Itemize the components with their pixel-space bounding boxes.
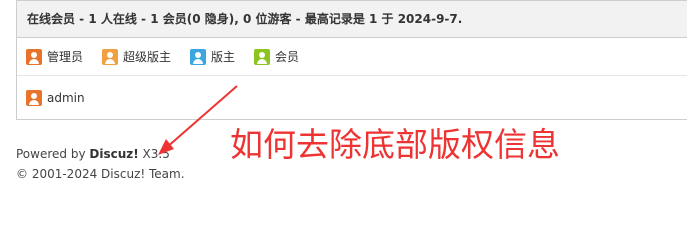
site-footer: Powered by Discuz! X3.5 © 2001-2024 Disc… xyxy=(16,144,185,184)
legend-item-member: 会员 xyxy=(254,48,299,65)
moderator-user-icon xyxy=(190,48,207,65)
powered-by-prefix: Powered by xyxy=(16,147,90,161)
admin-user-icon xyxy=(26,90,42,106)
member-user-icon xyxy=(254,48,271,65)
legend-item-moderator: 版主 xyxy=(190,48,235,65)
copyright-text: © 2001-2024 Discuz! Team. xyxy=(16,167,185,181)
discuz-brand-link[interactable]: Discuz! xyxy=(89,147,138,161)
member-name-link[interactable]: admin xyxy=(47,91,85,105)
legend-item-admin: 管理员 xyxy=(26,48,83,65)
annotation-text: 如何去除底部版权信息 xyxy=(230,125,560,164)
legend-label: 管理员 xyxy=(47,50,84,64)
legend-item-super-moderator: 超级版主 xyxy=(102,48,171,65)
powered-by-line: Powered by Discuz! X3.5 xyxy=(16,144,185,164)
admin-user-icon xyxy=(26,48,42,65)
user-group-legend: 管理员 超级版主 版主 会员 xyxy=(17,38,687,76)
online-members-header: 在线会员 - 1 人在线 - 1 会员(0 隐身), 0 位游客 - 最高记录是… xyxy=(17,1,687,38)
online-member-admin[interactable]: admin xyxy=(26,90,85,106)
version-text: X3.5 xyxy=(138,147,170,161)
online-members-panel: 在线会员 - 1 人在线 - 1 会员(0 隐身), 0 位游客 - 最高记录是… xyxy=(16,0,687,120)
super-moderator-user-icon xyxy=(102,48,119,65)
legend-label: 超级版主 xyxy=(123,50,172,64)
legend-label: 版主 xyxy=(211,50,236,64)
online-member-list: admin xyxy=(17,76,687,120)
page: 在线会员 - 1 人在线 - 1 会员(0 隐身), 0 位游客 - 最高记录是… xyxy=(0,0,687,230)
legend-label: 会员 xyxy=(275,50,300,64)
